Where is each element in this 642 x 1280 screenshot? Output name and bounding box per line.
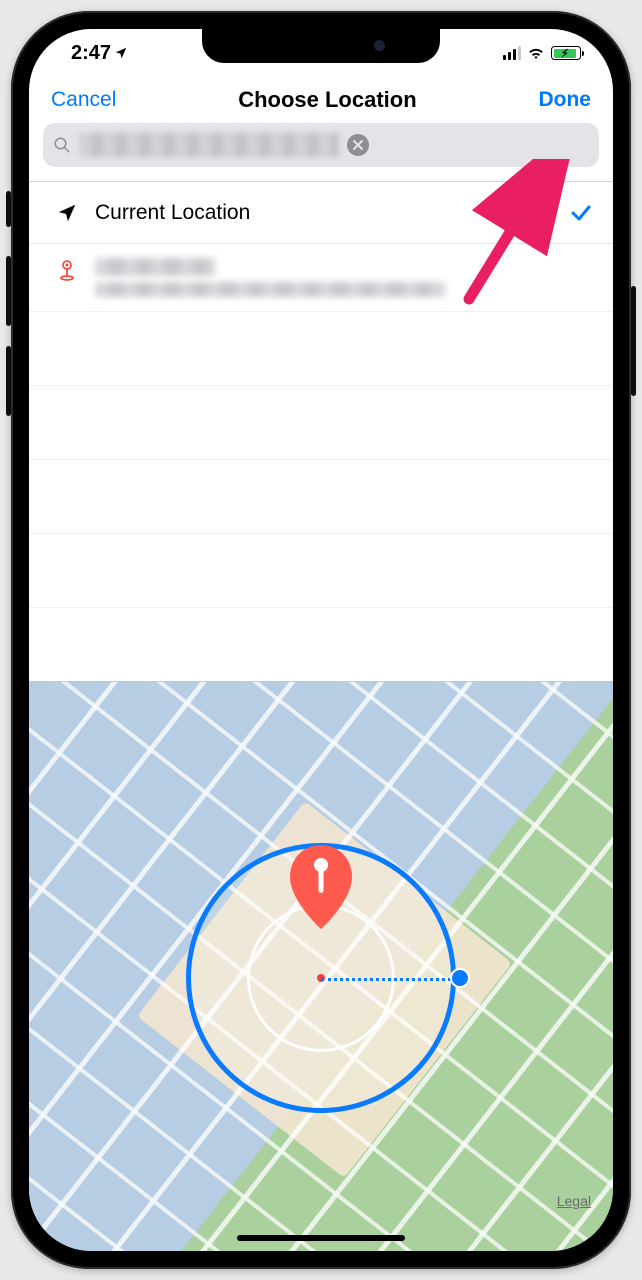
- map-pin-marker[interactable]: [284, 841, 358, 938]
- address-subtitle-redacted: [95, 282, 445, 297]
- address-row[interactable]: [29, 244, 613, 311]
- checkmark-icon: [569, 201, 593, 225]
- current-location-label: Current Location: [95, 201, 565, 225]
- page-title: Choose Location: [238, 87, 416, 113]
- location-services-icon: [114, 46, 128, 60]
- location-list: Current Location: [29, 182, 613, 681]
- clear-search-button[interactable]: [347, 134, 369, 156]
- battery-icon: ⚡︎: [551, 46, 581, 60]
- geofence-radius-handle[interactable]: [450, 968, 470, 988]
- status-time: 2:47: [71, 42, 111, 65]
- current-location-row[interactable]: Current Location: [29, 182, 613, 244]
- address-title-redacted: [95, 258, 215, 276]
- empty-list-area: [29, 311, 613, 681]
- map-pin-icon: [55, 258, 79, 282]
- device-notch: [202, 29, 440, 63]
- done-button[interactable]: Done: [538, 88, 591, 112]
- search-input-redacted[interactable]: [79, 133, 339, 157]
- map-legal-link[interactable]: Legal: [557, 1193, 591, 1209]
- search-field[interactable]: [43, 123, 599, 167]
- map-preview[interactable]: Legal: [29, 681, 613, 1251]
- location-arrow-icon: [56, 202, 78, 224]
- wifi-icon: [527, 46, 545, 60]
- search-icon: [53, 136, 71, 154]
- cellular-signal-icon: [503, 46, 522, 60]
- home-indicator[interactable]: [237, 1235, 405, 1241]
- nav-header: Cancel Choose Location Done: [29, 77, 613, 123]
- cancel-button[interactable]: Cancel: [51, 88, 116, 112]
